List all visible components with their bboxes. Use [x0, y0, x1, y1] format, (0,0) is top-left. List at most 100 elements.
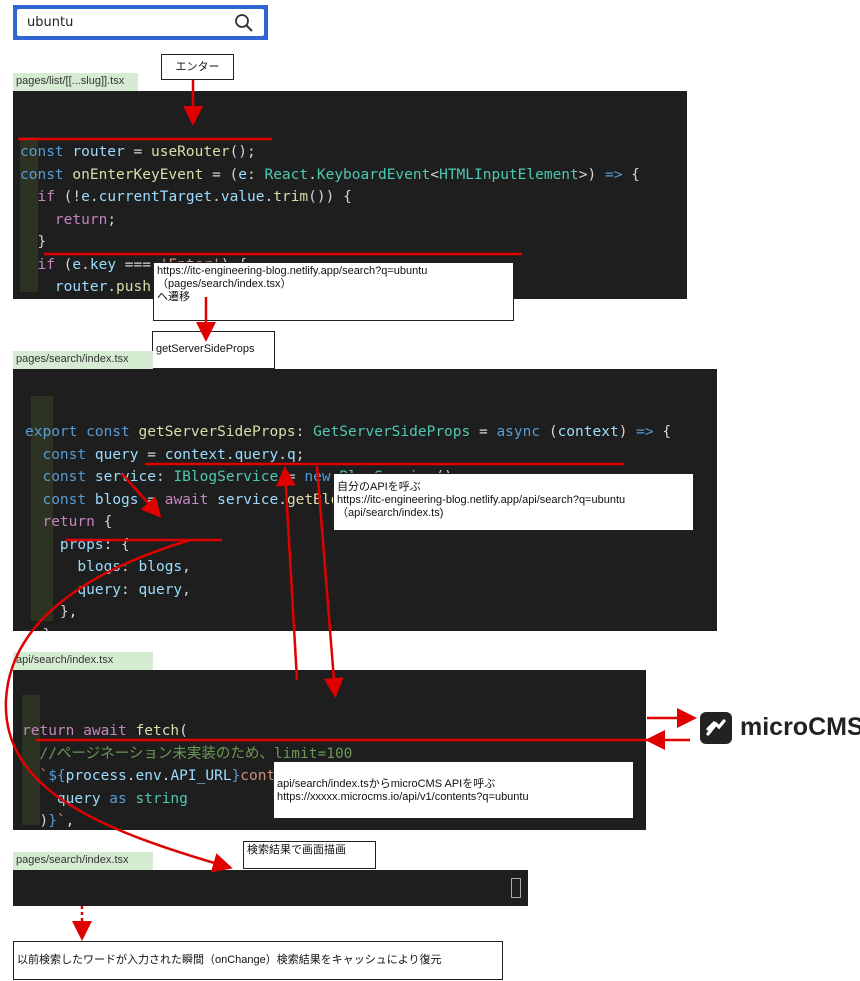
code-token: const — [42, 446, 95, 463]
code-line: export const getServerSideProps: GetServ… — [25, 421, 717, 444]
code-token: if — [37, 256, 55, 273]
code-token: API_URL — [170, 768, 232, 784]
file-label-search: pages/search/index.tsx — [13, 351, 153, 369]
file-label-list: pages/list/[[...slug]].tsx — [13, 73, 138, 91]
code-token: router — [54, 279, 108, 295]
code-token: ) — [22, 813, 49, 829]
code-line: props: { — [25, 534, 717, 557]
search-input[interactable] — [27, 9, 217, 36]
code-token: GetServerSideProps — [313, 424, 471, 440]
code-line: const onEnterKeyEvent = (e: React.Keyboa… — [20, 164, 687, 187]
code-token: < — [430, 166, 440, 183]
code-token: ; — [295, 446, 305, 463]
code-token: ; — [107, 211, 117, 228]
code-token: props — [59, 536, 104, 553]
code-token: , — [182, 581, 191, 598]
code-token: IBlogService — [173, 469, 279, 485]
code-line: }; — [25, 624, 717, 632]
code-token: , — [182, 559, 191, 575]
code-token: . — [225, 446, 235, 463]
code-token: ( — [540, 424, 558, 440]
code-token: await — [164, 491, 218, 508]
code-line: const query = context.query.q; — [25, 444, 717, 467]
code-token: . — [107, 279, 117, 295]
code-token: context — [557, 424, 619, 440]
code-token: . — [212, 189, 221, 205]
code-token: : — [155, 469, 174, 485]
code-token: HTMLInputElement — [439, 166, 579, 183]
code-token: : — [121, 581, 139, 598]
code-token: ( — [179, 723, 188, 739]
code-line: return await fetch( — [22, 720, 646, 743]
code-line: blogs: blogs, — [25, 556, 717, 579]
note-microcms-call: api/search/index.tsからmicroCMS APIを呼ぶ htt… — [273, 761, 634, 819]
code-token: const — [20, 144, 73, 160]
code-token: = ( — [203, 166, 239, 183]
code-token: e — [238, 166, 247, 183]
code-token: await — [83, 723, 136, 739]
code-token: } — [48, 813, 57, 829]
file-label-page: pages/search/index.tsx — [13, 852, 153, 870]
code-token: : — [247, 166, 265, 183]
code-token: e — [81, 189, 90, 205]
code-token: async — [496, 424, 541, 440]
code-token: (); — [229, 144, 256, 160]
note-restore: 以前検索したワードが入力された瞬間（onChange）検索結果をキャッシュにより… — [13, 941, 503, 980]
code-token: service — [217, 491, 279, 508]
code-token: : — [121, 559, 139, 575]
microcms-logo-icon — [700, 712, 732, 744]
code-token: }; — [25, 627, 59, 632]
code-token: //ページネーション未実装のため、limit=100 — [39, 745, 353, 762]
code-token: ` — [56, 813, 66, 829]
code-token: ${ — [48, 768, 66, 784]
code-line: if (!e.currentTarget.value.trim()) { — [20, 186, 687, 209]
code-token: getServerSideProps — [138, 424, 296, 440]
microcms-logo: microCMS — [700, 711, 860, 745]
code-token: query — [94, 446, 139, 463]
code-token: { — [622, 166, 640, 183]
code-token: push — [116, 279, 151, 295]
code-token: = — [138, 491, 165, 508]
code-token: const — [42, 491, 95, 508]
code-token: env — [135, 768, 162, 784]
code-token: . — [308, 166, 317, 183]
note-render: 検索結果で画面描画 — [243, 841, 376, 869]
code-token: service — [94, 469, 156, 485]
code-token: const — [20, 166, 73, 183]
code-token: as — [100, 790, 136, 807]
code-token: = — [278, 469, 305, 485]
search-box — [13, 5, 268, 40]
code-token: (! — [54, 189, 82, 205]
code-token: = — [124, 144, 151, 160]
code-token: router — [72, 144, 125, 160]
code-token: KeyboardEvent — [316, 166, 431, 183]
code-token: ( — [54, 256, 73, 273]
search-icon[interactable] — [234, 13, 254, 33]
code-token: return — [54, 211, 108, 228]
code-token: fetch — [135, 723, 180, 739]
code-token: process — [65, 768, 127, 784]
code-token: } — [231, 768, 241, 784]
code-token: return — [22, 723, 84, 739]
code-token: e — [72, 256, 82, 273]
bracket-highlight — [511, 878, 521, 898]
note-gssp: getServerSideProps — [152, 331, 275, 369]
code-token: : — [295, 424, 314, 440]
code-token: . — [264, 189, 274, 205]
microcms-logo-text: microCMS — [740, 713, 860, 741]
code-token: } — [20, 234, 47, 250]
code-token: . — [81, 256, 90, 273]
code-token: => — [636, 424, 654, 440]
code-line: const router = useRouter(); — [20, 141, 687, 164]
code-token: if — [37, 189, 55, 205]
code-token: trim — [273, 189, 309, 205]
